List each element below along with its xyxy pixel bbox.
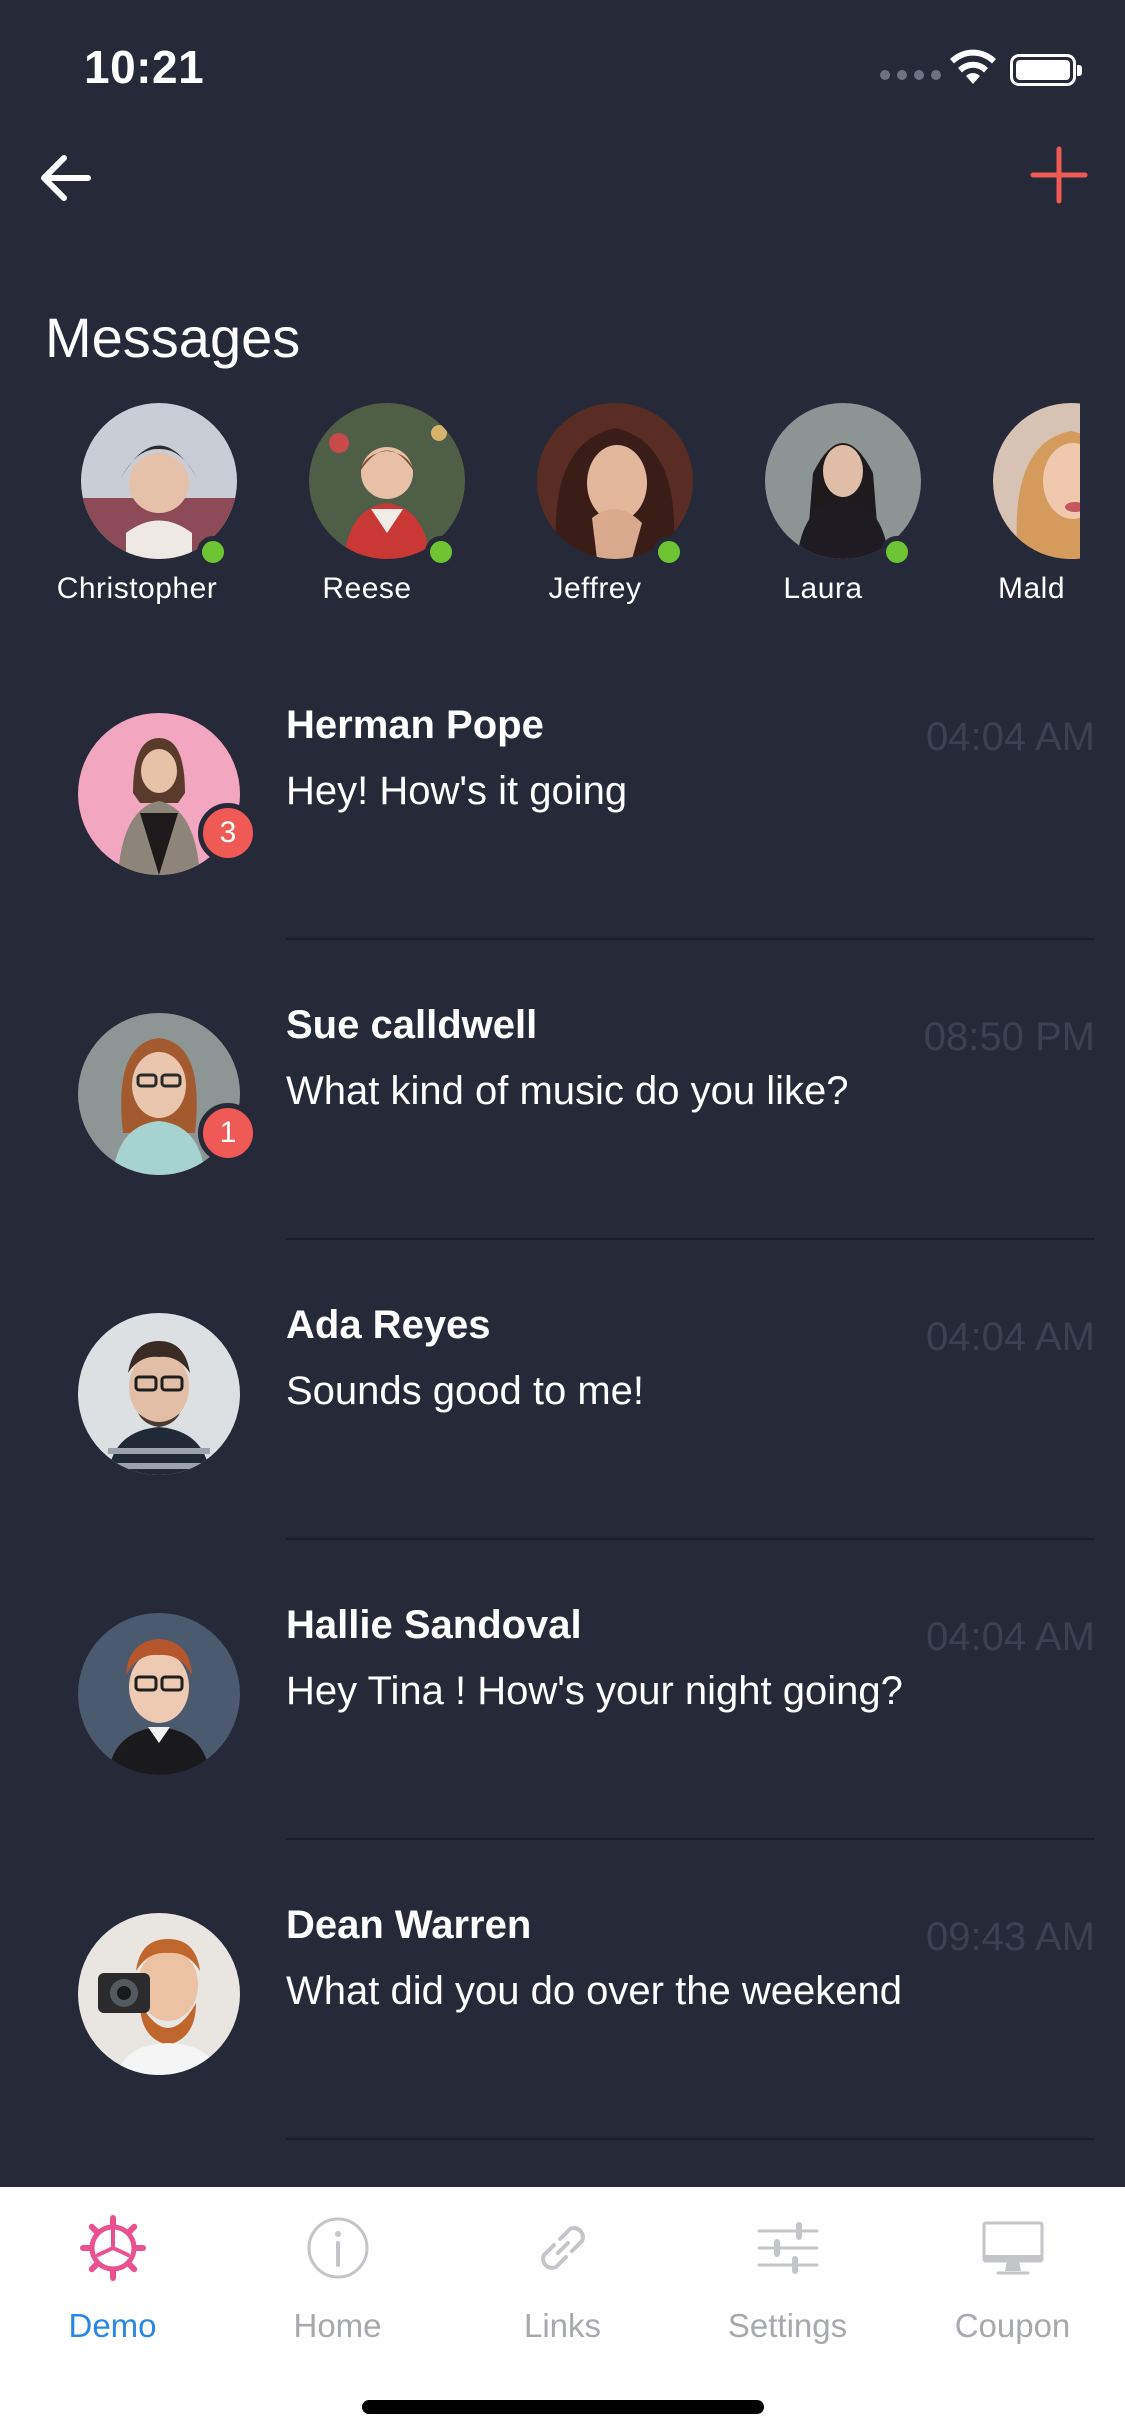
- plus-icon: [1030, 146, 1088, 204]
- story-name: Mald: [998, 572, 1066, 605]
- avatar[interactable]: [78, 1313, 240, 1475]
- conversation-item[interactable]: 1 Sue calldwell What kind of music do yo…: [0, 940, 1125, 1240]
- story-item[interactable]: Jeffrey: [480, 400, 710, 620]
- conversation-name: Sue calldwell: [286, 1003, 538, 1047]
- conversation-item[interactable]: Hallie Sandoval Hey Tina ! How's your ni…: [0, 1540, 1125, 1840]
- tab-label: Links: [523, 2307, 602, 2344]
- conversation-time: 04:04 AM: [925, 1315, 1095, 1359]
- avatar[interactable]: [993, 403, 1080, 559]
- tab-demo[interactable]: Demo: [0, 2207, 225, 2347]
- tab-coupon[interactable]: Coupon: [900, 2207, 1125, 2347]
- tab-settings[interactable]: Settings: [675, 2207, 900, 2347]
- home-indicator[interactable]: [362, 2400, 764, 2414]
- story-item[interactable]: Laura: [708, 400, 938, 620]
- sliders-icon: [757, 2222, 819, 2274]
- conversation-time: 04:04 AM: [925, 715, 1095, 759]
- story-name: Laura: [783, 572, 863, 605]
- online-indicator: [653, 536, 685, 568]
- conversation-time: 04:04 AM: [925, 1615, 1095, 1659]
- conversation-name: Herman Pope: [286, 703, 544, 747]
- avatar[interactable]: [78, 1913, 240, 2075]
- story-item[interactable]: Mald: [936, 400, 1080, 620]
- signal-icon: [880, 70, 941, 80]
- tab-label: Home: [293, 2307, 382, 2344]
- gear-icon: [80, 2215, 146, 2281]
- status-time: 10:21: [84, 41, 205, 93]
- stories-row[interactable]: Christopher Reese Jeffrey Laura Mald: [0, 400, 1080, 620]
- divider: [286, 2138, 1095, 2140]
- monitor-icon: [982, 2221, 1044, 2275]
- conversation-name: Hallie Sandoval: [286, 1603, 582, 1647]
- online-indicator: [197, 536, 229, 568]
- tab-label: Coupon: [954, 2307, 1071, 2344]
- arrow-left-icon: [41, 154, 91, 201]
- status-bar: 10:21: [0, 0, 1125, 140]
- messages-screen: 10:21 Messages Christopher Reese Jeffrey…: [0, 0, 1125, 2436]
- tab-label: Demo: [68, 2307, 157, 2344]
- back-button[interactable]: [30, 145, 100, 210]
- conversation-time: 08:50 PM: [923, 1015, 1095, 1059]
- online-indicator: [425, 536, 457, 568]
- conversation-name: Dean Warren: [286, 1903, 532, 1947]
- info-icon: [307, 2217, 369, 2279]
- unread-badge: 1: [198, 1103, 258, 1163]
- conversation-item[interactable]: Ada Reyes Sounds good to me! 04:04 AM: [0, 1240, 1125, 1540]
- battery-icon: [1010, 54, 1082, 86]
- online-indicator: [881, 536, 913, 568]
- conversation-preview: Sounds good to me!: [286, 1369, 645, 1413]
- unread-badge: 3: [198, 803, 258, 863]
- avatar[interactable]: [78, 1613, 240, 1775]
- add-button[interactable]: [1024, 140, 1094, 210]
- conversation-preview: Hey Tina ! How's your night going?: [286, 1669, 903, 1713]
- wifi-icon: [950, 49, 996, 84]
- tab-links[interactable]: Links: [450, 2207, 675, 2347]
- conversation-preview: What kind of music do you like?: [286, 1069, 849, 1113]
- conversation-item[interactable]: 3 Herman Pope Hey! How's it going 04:04 …: [0, 640, 1125, 940]
- story-item[interactable]: Christopher: [24, 400, 254, 620]
- page-title: Messages: [45, 306, 301, 369]
- conversation-preview: What did you do over the weekend: [286, 1969, 902, 2013]
- tab-home[interactable]: Home: [225, 2207, 450, 2347]
- link-icon: [541, 2226, 585, 2270]
- conversation-preview: Hey! How's it going: [286, 769, 628, 813]
- conversation-name: Ada Reyes: [286, 1303, 491, 1347]
- story-item[interactable]: Reese: [252, 400, 482, 620]
- tab-label: Settings: [727, 2307, 848, 2344]
- conversation-time: 09:43 AM: [925, 1915, 1095, 1959]
- conversation-item[interactable]: Dean Warren What did you do over the wee…: [0, 1840, 1125, 2140]
- tab-bar: Demo Home Links Settings Coupon: [0, 2187, 1125, 2436]
